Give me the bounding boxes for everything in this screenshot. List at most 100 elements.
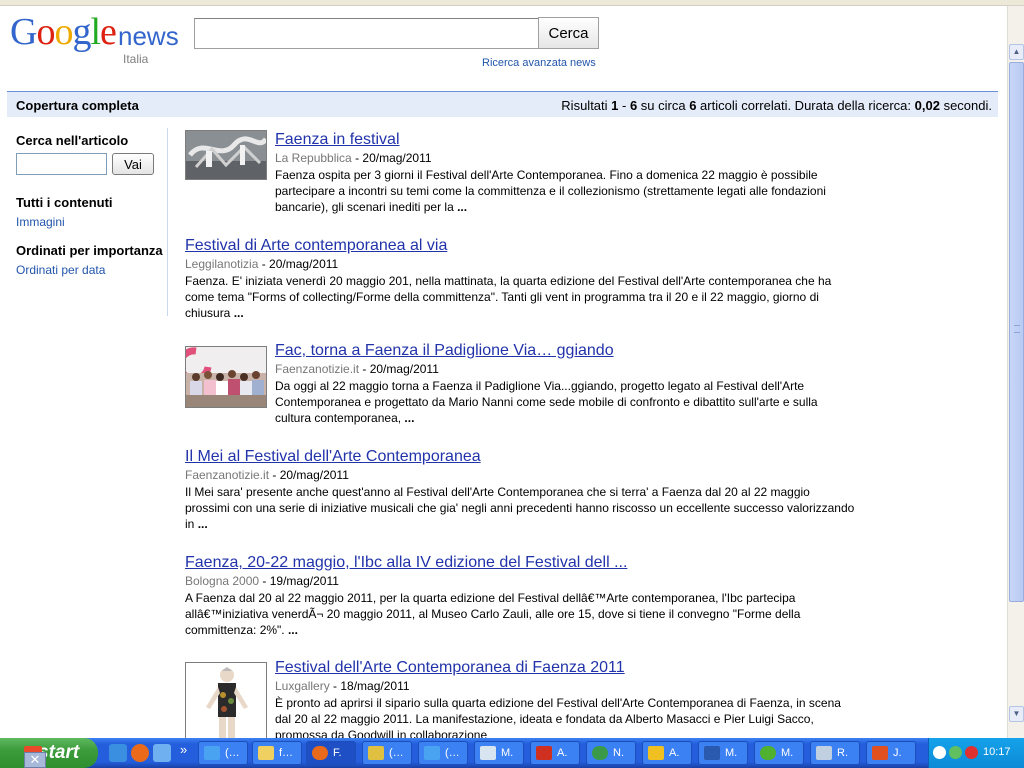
- article-title[interactable]: Festival dell'Arte Contemporanea di Faen…: [275, 658, 855, 678]
- taskbar-item-label: N.: [613, 747, 624, 759]
- snippet-text: Da oggi al 22 maggio torna a Faenza il P…: [275, 379, 818, 425]
- word-icon: [704, 746, 720, 760]
- taskbar-item-label: A.: [669, 747, 680, 759]
- taskbar-item-active[interactable]: F.: [306, 741, 356, 765]
- taskbar-item[interactable]: (…: [418, 741, 468, 765]
- taskbar-item-label: A.: [557, 747, 568, 759]
- coverage-title: Copertura completa: [16, 98, 139, 113]
- article-search-input[interactable]: [16, 153, 107, 175]
- logo-news-word: news: [118, 21, 179, 51]
- snippet-ellipsis: ...: [457, 200, 468, 214]
- taskbar-item-label: f…: [279, 747, 294, 759]
- snippet-text: Faenza ospita per 3 giorni il Festival d…: [275, 168, 826, 214]
- taskbar-item[interactable]: N.: [586, 741, 636, 765]
- logo-letter: l: [90, 11, 101, 53]
- firefox-icon: [312, 746, 328, 760]
- taskbar-item-label: (…: [389, 747, 404, 759]
- media-icon: [760, 746, 776, 760]
- article-source: Faenzanotizie.it: [185, 468, 270, 482]
- article-title[interactable]: Faenza, 20-22 maggio, l'Ibc alla IV ediz…: [185, 553, 855, 573]
- taskbar-item[interactable]: M.: [698, 741, 748, 765]
- sidebar: Cerca nell'articolo Vai Tutti i contenut…: [16, 133, 164, 278]
- ie-quicklaunch-icon[interactable]: [109, 744, 127, 762]
- article-search-button[interactable]: Vai: [112, 153, 154, 175]
- tray-arrow-icon[interactable]: [933, 746, 946, 759]
- article-search-heading: Cerca nell'articolo: [16, 133, 129, 148]
- audio-icon: [648, 746, 664, 760]
- google-news-logo[interactable]: Google news Italia: [10, 10, 186, 66]
- globe-icon: [592, 746, 608, 760]
- article-date: - 19/mag/2011: [259, 574, 339, 588]
- taskbar-item[interactable]: M.: [474, 741, 524, 765]
- article-meta: Luxgallery - 18/mag/2011: [275, 678, 855, 695]
- snippet-text: Faenza. E' iniziata venerdì 20 maggio 20…: [185, 274, 832, 320]
- article-snippet: Faenza ospita per 3 giorni il Festival d…: [275, 167, 855, 215]
- article-title[interactable]: Faenza in festival: [275, 130, 855, 150]
- snippet-text: Il Mei sara' presente anche quest'anno a…: [185, 485, 855, 531]
- snippet-ellipsis: ...: [404, 411, 415, 425]
- stats-mid: articoli correlati. Durata della ricerca…: [696, 98, 915, 113]
- news-search-input[interactable]: [194, 18, 539, 49]
- sidebar-divider: [167, 128, 168, 316]
- stats-prefix: Risultati: [561, 98, 612, 113]
- snippet-ellipsis: ...: [287, 623, 298, 637]
- article-source: Leggilanotizia: [185, 257, 259, 271]
- taskbar-item[interactable]: J.: [866, 741, 916, 765]
- article-meta: Faenzanotizie.it - 20/mag/2011: [185, 467, 855, 484]
- chrome-icon: [368, 746, 384, 760]
- taskbar-item-label: M.: [501, 747, 514, 759]
- taskbar-item[interactable]: (…: [362, 741, 412, 765]
- order-heading: Ordinati per importanza: [16, 243, 163, 258]
- taskbar-item-label: M.: [781, 747, 794, 759]
- taskbar-item[interactable]: f…: [252, 741, 302, 765]
- taskbar-item-label: J.: [893, 747, 902, 759]
- more-quicklaunch-icon[interactable]: »: [180, 742, 187, 757]
- system-tray: 10:17: [928, 738, 1024, 768]
- images-link[interactable]: Immagini: [16, 214, 164, 230]
- article-title[interactable]: Il Mei al Festival dell'Arte Contemporan…: [185, 447, 855, 467]
- logo-google-word: Google: [10, 10, 117, 54]
- article-thumbnail[interactable]: [185, 130, 267, 180]
- advanced-search-link[interactable]: Ricerca avanzata news: [482, 57, 596, 69]
- ie-icon: [424, 746, 440, 760]
- logo-letter: G: [10, 11, 37, 53]
- app-icon: [816, 746, 832, 760]
- vertical-scrollbar[interactable]: ▲ ▼: [1007, 6, 1024, 738]
- article-snippet: A Faenza dal 20 al 22 maggio 2011, per l…: [185, 590, 855, 638]
- scroll-thumb[interactable]: [1009, 62, 1024, 602]
- search-button[interactable]: Cerca: [538, 17, 599, 49]
- article-thumbnail[interactable]: [185, 346, 267, 408]
- desktop-quicklaunch-icon[interactable]: [153, 744, 171, 762]
- stats-mid: su circa: [637, 98, 690, 113]
- security-icon[interactable]: [965, 746, 978, 759]
- close-icon[interactable]: ✕: [24, 752, 46, 768]
- article-title[interactable]: Fac, torna a Faenza il Padiglione Via… g…: [275, 341, 855, 361]
- firefox-quicklaunch-icon[interactable]: [131, 744, 149, 762]
- mail-icon: [480, 746, 496, 760]
- taskbar-item[interactable]: M.: [754, 741, 804, 765]
- taskbar-item[interactable]: R.: [810, 741, 860, 765]
- article-thumbnail[interactable]: [185, 662, 267, 744]
- app-icon: [872, 746, 888, 760]
- scroll-down-button[interactable]: ▼: [1009, 706, 1024, 722]
- browser-top-edge: [0, 0, 1024, 6]
- network-icon[interactable]: [949, 746, 962, 759]
- start-button[interactable]: start: [0, 738, 98, 768]
- acrobat-icon: [536, 746, 552, 760]
- order-by-date-link[interactable]: Ordinati per data: [16, 262, 164, 278]
- article-meta: Leggilanotizia - 20/mag/2011: [185, 256, 855, 273]
- taskbar-item[interactable]: (…: [198, 741, 248, 765]
- taskbar-item[interactable]: A.: [530, 741, 580, 765]
- article-title[interactable]: Festival di Arte contemporanea al via: [185, 236, 855, 256]
- taskbar-item[interactable]: A.: [642, 741, 692, 765]
- clock: 10:17: [983, 746, 1011, 758]
- article-source: La Repubblica: [275, 151, 352, 165]
- range-sep: -: [618, 98, 630, 113]
- scroll-up-button[interactable]: ▲: [1009, 44, 1024, 60]
- ie-icon: [204, 746, 220, 760]
- article-date: - 20/mag/2011: [359, 362, 439, 376]
- taskbar-item-label: F.: [333, 747, 342, 759]
- logo-letter: g: [72, 11, 91, 53]
- snippet-ellipsis: ...: [197, 517, 208, 531]
- article-source: Bologna 2000: [185, 574, 260, 588]
